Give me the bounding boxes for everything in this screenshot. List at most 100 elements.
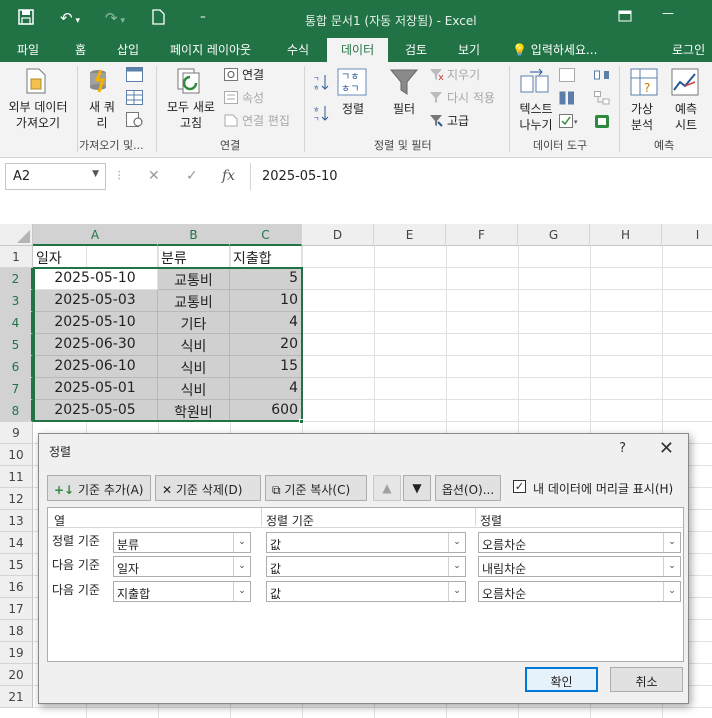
add-level-button[interactable]: +↓ 기준 추가(A) — [47, 475, 151, 501]
row-header[interactable]: 19 — [0, 642, 33, 664]
enter-icon[interactable]: ✓ — [186, 168, 198, 184]
row-header[interactable]: 15 — [0, 554, 33, 576]
new-document-icon[interactable] — [152, 9, 165, 29]
sort-column-select[interactable]: 분류 ⌄ — [113, 532, 251, 553]
tab-data[interactable]: 데이터 — [327, 38, 389, 62]
copy-level-button[interactable]: ⧉ 기준 복사(C) — [265, 475, 367, 501]
connections-button[interactable]: 연결 — [242, 67, 264, 83]
sort-button[interactable]: 정렬 — [339, 101, 367, 117]
forecast-sheet-button[interactable]: 예측 시트 — [669, 101, 703, 133]
row-header[interactable]: 5 — [0, 334, 33, 356]
cell-a1[interactable]: 일자 — [33, 246, 158, 268]
column-header-a[interactable]: A — [33, 224, 158, 246]
tab-file[interactable]: 파일 — [17, 41, 39, 58]
row-header[interactable]: 1 — [0, 246, 33, 268]
cancel-button[interactable]: 취소 — [610, 667, 683, 692]
external-data-button[interactable]: 외부 데이터 가져오기 — [3, 99, 73, 131]
row-header[interactable]: 12 — [0, 488, 33, 510]
row-header[interactable]: 18 — [0, 620, 33, 642]
minimize-icon[interactable]: — — [662, 6, 674, 20]
manage-data-model-icon[interactable] — [594, 114, 610, 132]
save-icon[interactable] — [18, 9, 34, 29]
row-header[interactable]: 11 — [0, 466, 33, 488]
select-all-corner[interactable] — [0, 224, 33, 246]
tab-page-layout[interactable]: 페이지 레이아웃 — [170, 41, 251, 58]
row-header[interactable]: 17 — [0, 598, 33, 620]
from-table-icon[interactable] — [126, 90, 143, 108]
properties-button[interactable]: 속성 — [242, 90, 264, 106]
tab-formulas[interactable]: 수식 — [287, 41, 309, 58]
column-header-f[interactable]: F — [446, 224, 518, 246]
login-link[interactable]: 로그인 — [672, 41, 705, 58]
row-header[interactable]: 21 — [0, 686, 33, 708]
column-header-i[interactable]: I — [662, 224, 712, 246]
tab-review[interactable]: 검토 — [405, 41, 427, 58]
recent-sources-icon[interactable] — [126, 112, 143, 130]
row-header[interactable]: 16 — [0, 576, 33, 598]
cell-c1[interactable]: 지출합 — [230, 246, 302, 268]
options-button[interactable]: 옵션(O)... — [435, 475, 501, 501]
column-header-c[interactable]: C — [230, 224, 302, 246]
row-header[interactable]: 9 — [0, 422, 33, 444]
clear-filter-button[interactable]: 지우기 — [447, 67, 480, 83]
undo-icon[interactable]: ↶ ▾ — [60, 9, 80, 27]
text-to-columns-button[interactable]: 텍스트 나누기 — [515, 101, 557, 133]
row-header[interactable]: 6 — [0, 356, 33, 378]
sort-order-select[interactable]: 오름차순 ⌄ — [478, 532, 681, 553]
column-header-d[interactable]: D — [302, 224, 374, 246]
row-header[interactable]: 4 — [0, 312, 33, 334]
sort-order-select[interactable]: 내림차순 ⌄ — [478, 556, 681, 577]
row-header[interactable]: 8 — [0, 400, 33, 422]
column-header-h[interactable]: H — [590, 224, 662, 246]
redo-icon[interactable]: ↷ ▾ — [105, 9, 125, 27]
sort-order-select[interactable]: 오름차순 ⌄ — [478, 581, 681, 602]
row-header[interactable]: 7 — [0, 378, 33, 400]
refresh-all-button[interactable]: 모두 새로 고침 — [163, 99, 219, 131]
filter-button[interactable]: 필터 — [389, 101, 419, 117]
column-header-b[interactable]: B — [158, 224, 230, 246]
customize-qat-icon[interactable]: ⁼ — [200, 12, 206, 25]
tab-insert[interactable]: 삽입 — [117, 41, 139, 58]
reapply-button[interactable]: 다시 적용 — [447, 90, 495, 106]
column-header-e[interactable]: E — [374, 224, 446, 246]
ribbon-display-icon[interactable] — [618, 10, 632, 25]
sort-column-select[interactable]: 일자 ⌄ — [113, 556, 251, 577]
show-queries-icon[interactable] — [126, 67, 143, 85]
cell-b1[interactable]: 분류 — [158, 246, 230, 268]
insert-function-icon[interactable]: fx — [222, 168, 235, 184]
tell-me-box[interactable]: 💡 입력하세요... — [512, 41, 597, 58]
consolidate-icon[interactable] — [594, 68, 610, 85]
name-box[interactable]: A2 ▼ — [5, 163, 106, 190]
data-validation-icon[interactable]: ▾ — [559, 114, 581, 131]
sort-on-select[interactable]: 값 ⌄ — [266, 532, 466, 553]
move-down-button[interactable]: ▼ — [403, 475, 431, 501]
cancel-icon[interactable]: ✕ — [148, 168, 160, 184]
has-headers-checkbox[interactable]: ✓ — [513, 480, 526, 493]
new-query-button[interactable]: 새 쿼 리 — [87, 99, 117, 131]
sort-column-select[interactable]: 지출합 ⌄ — [113, 581, 251, 602]
sort-on-select[interactable]: 값 ⌄ — [266, 581, 466, 602]
row-header[interactable]: 3 — [0, 290, 33, 312]
delete-level-button[interactable]: ✕ 기준 삭제(D) — [155, 475, 261, 501]
close-icon[interactable]: ✕ — [659, 438, 674, 459]
ok-button[interactable]: 확인 — [525, 667, 598, 692]
tab-view[interactable]: 보기 — [458, 41, 480, 58]
row-header[interactable]: 13 — [0, 510, 33, 532]
what-if-button[interactable]: 가상 분석 — [624, 101, 660, 133]
relationships-icon[interactable] — [594, 91, 610, 108]
tab-home[interactable]: 홈 — [75, 41, 86, 58]
fill-handle[interactable] — [299, 419, 304, 424]
column-header-g[interactable]: G — [518, 224, 590, 246]
edit-links-button[interactable]: 연결 편집 — [242, 113, 290, 129]
sort-ascending-icon[interactable]: ㄱㅎ — [313, 73, 329, 94]
row-header[interactable]: 2 — [0, 268, 33, 290]
chevron-down-icon[interactable]: ▼ — [92, 169, 99, 179]
advanced-filter-button[interactable]: 고급 — [447, 113, 469, 129]
help-icon[interactable]: ? — [619, 441, 626, 456]
row-header[interactable]: 14 — [0, 532, 33, 554]
row-header[interactable]: 10 — [0, 444, 33, 466]
row-header[interactable]: 20 — [0, 664, 33, 686]
move-up-button[interactable]: ▲ — [373, 475, 401, 501]
formula-input[interactable]: 2025-05-10 — [250, 163, 712, 190]
sort-on-select[interactable]: 값 ⌄ — [266, 556, 466, 577]
